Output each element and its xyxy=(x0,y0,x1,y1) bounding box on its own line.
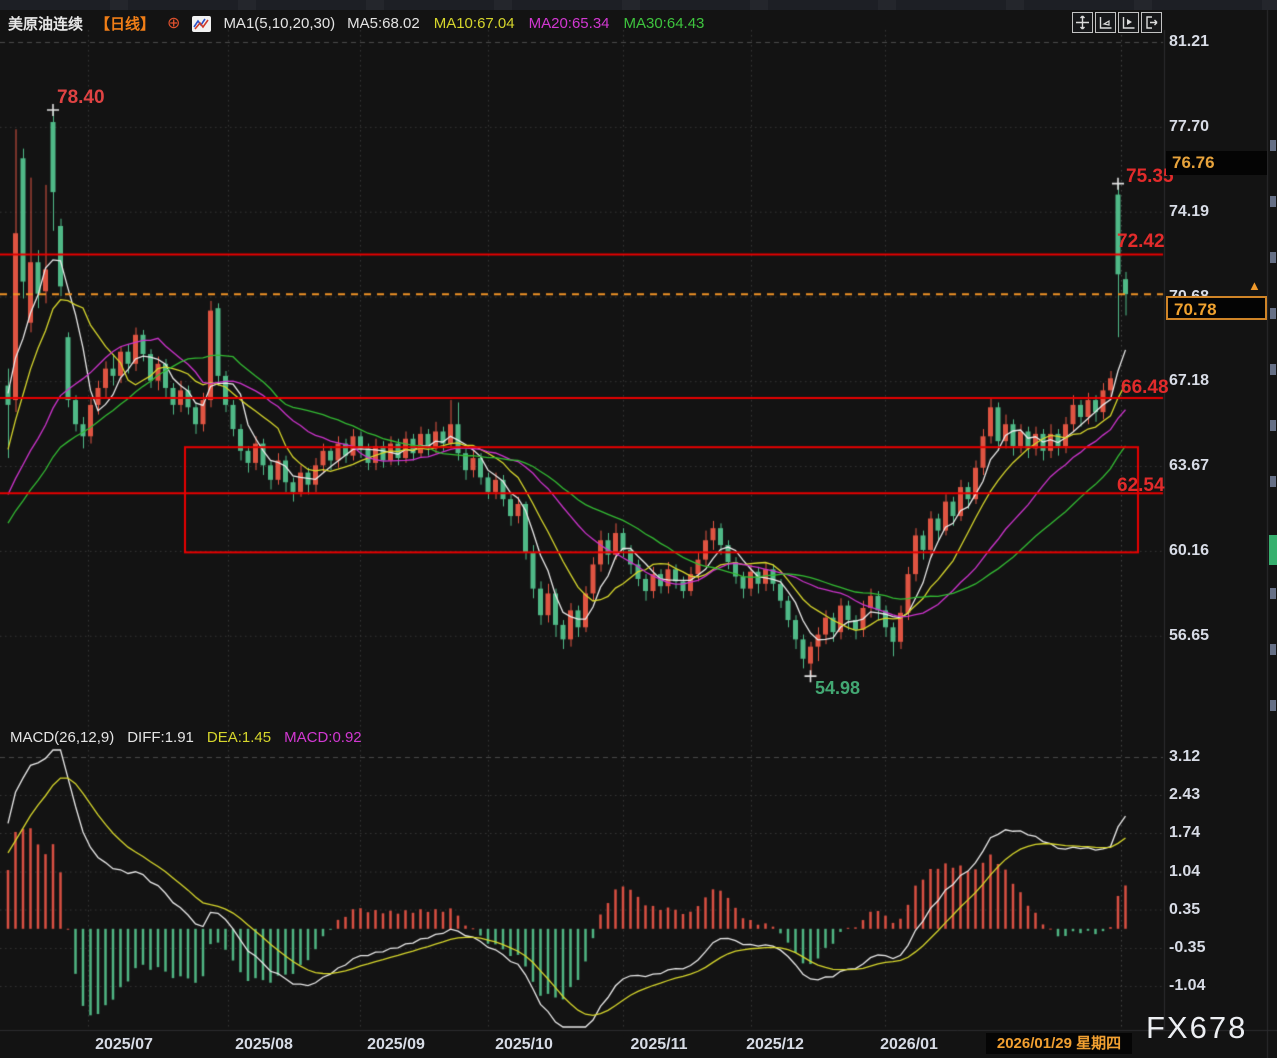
edge-glyph xyxy=(1270,588,1276,599)
macd-axis-tick: 0.35 xyxy=(1169,901,1200,919)
ma-value-2: MA20:65.34 xyxy=(529,15,610,32)
price-up-arrow-icon: ▲ xyxy=(1248,279,1261,292)
price-axis-tick: 63.67 xyxy=(1169,457,1209,475)
right-edge-panel[interactable] xyxy=(1268,30,1277,1040)
price-axis-tick: 74.19 xyxy=(1169,203,1209,221)
price-annotation: 54.98 xyxy=(815,678,860,699)
move-icon[interactable] xyxy=(1072,12,1093,33)
chart-toolbar xyxy=(1072,12,1162,33)
month-axis-tick: 2025/08 xyxy=(235,1036,293,1054)
month-axis-tick: 2025/11 xyxy=(631,1036,688,1054)
price-annotation: 78.40 xyxy=(57,87,105,109)
chart-canvas[interactable] xyxy=(0,0,1277,1058)
window-top-strip xyxy=(0,0,1277,10)
ma-value-1: MA10:67.04 xyxy=(434,15,515,32)
ma-value-3: MA30:64.43 xyxy=(624,15,705,32)
ma-indicator-label[interactable]: MA1(5,10,20,30) xyxy=(223,15,335,32)
macd-axis-tick: 1.74 xyxy=(1169,824,1200,842)
price-annotation: 66.48 xyxy=(1121,377,1169,399)
macd-axis-tick: 3.12 xyxy=(1169,748,1200,766)
edge-glyph xyxy=(1270,364,1276,375)
macd-header-item-2: DEA:1.45 xyxy=(207,729,271,746)
edge-glyph xyxy=(1270,700,1276,711)
edge-glyph xyxy=(1270,140,1276,151)
edge-glyph xyxy=(1270,308,1276,319)
edge-glyph xyxy=(1270,476,1276,487)
month-axis-tick: 2025/12 xyxy=(746,1036,804,1054)
macd-header-item-0: MACD(26,12,9) xyxy=(10,729,114,746)
watermark: FX678 xyxy=(1146,1010,1247,1046)
macd-header-item-1: DIFF:1.91 xyxy=(127,729,194,746)
price-axis-tick: 56.65 xyxy=(1169,627,1209,645)
price-annotation: 62.54 xyxy=(1117,475,1165,497)
ma-value-0: MA5:68.02 xyxy=(347,15,420,32)
edge-glyph xyxy=(1270,420,1276,431)
current-price-badge: 70.78 xyxy=(1166,296,1267,320)
price-axis-tick: 77.70 xyxy=(1169,118,1209,136)
macd-header-item-3: MACD:0.92 xyxy=(284,729,362,746)
edge-glyph xyxy=(1270,252,1276,263)
month-axis-tick: 2025/09 xyxy=(367,1036,425,1054)
price-axis-tick: 81.21 xyxy=(1169,33,1209,51)
price-axis-tick: 60.16 xyxy=(1169,542,1209,560)
macd-axis-tick: 1.04 xyxy=(1169,863,1200,881)
edge-glyph-active xyxy=(1269,535,1277,565)
edge-glyph xyxy=(1270,644,1276,655)
month-axis-tick: 2025/07 xyxy=(95,1036,153,1054)
add-indicator-icon[interactable]: ⊕ xyxy=(167,16,180,32)
ma-values: MA5:68.02 MA10:67.04 MA20:65.34 MA30:64.43 xyxy=(347,15,718,32)
period-label[interactable]: 【日线】 xyxy=(95,13,155,34)
price-axis-tick: 67.18 xyxy=(1169,372,1209,390)
chart-header: 美原油连续 【日线】 ⊕ MA1(5,10,20,30) MA5:68.02MA… xyxy=(8,13,718,34)
instrument-title: 美原油连续 xyxy=(8,13,83,34)
kline-mini-icon xyxy=(192,16,211,32)
month-axis-tick: 2025/10 xyxy=(495,1036,553,1054)
macd-header: MACD(26,12,9) DIFF:1.91 DEA:1.45 MACD:0.92 xyxy=(10,729,362,746)
axis-flag-icon[interactable] xyxy=(1095,12,1116,33)
crosshair-date-label: 2026/01/29 星期四 xyxy=(986,1033,1132,1054)
macd-axis-tick: -1.04 xyxy=(1169,977,1205,995)
exit-icon[interactable] xyxy=(1141,12,1162,33)
month-axis-tick: 2026/01 xyxy=(880,1036,938,1054)
macd-axis-tick: 2.43 xyxy=(1169,786,1200,804)
macd-axis-tick: -0.35 xyxy=(1169,939,1205,957)
price-annotation: 72.42 xyxy=(1117,231,1165,253)
prev-settle-price-badge: 76.76 xyxy=(1166,151,1267,175)
edge-glyph xyxy=(1270,196,1276,207)
axis-play-icon[interactable] xyxy=(1118,12,1139,33)
